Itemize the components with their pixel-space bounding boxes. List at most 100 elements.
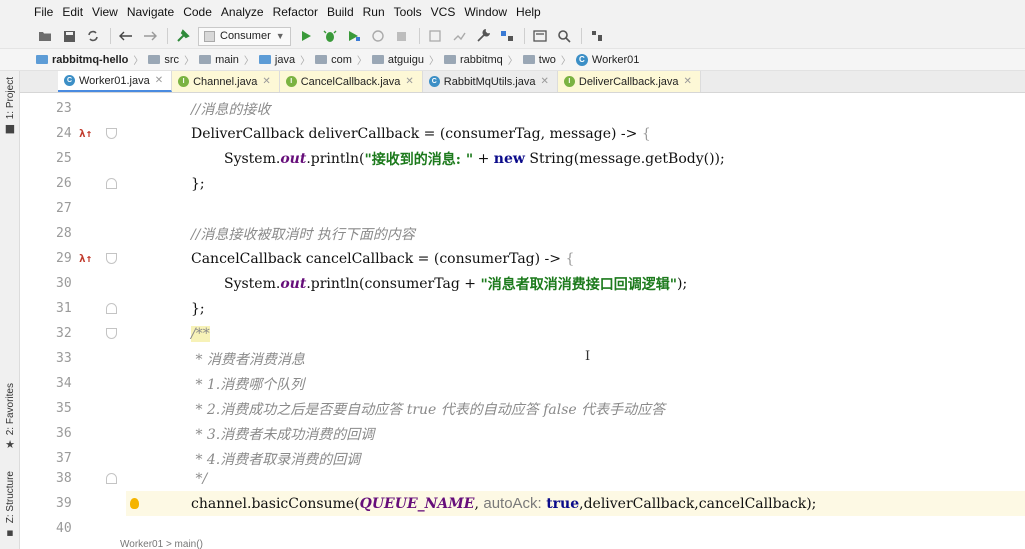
gutter-line: 23: [20, 96, 126, 121]
code-text: CancelCallback cancelCallback = (consume…: [191, 250, 566, 267]
lightbulb-icon[interactable]: [130, 498, 139, 509]
tab-label: DeliverCallback.java: [578, 75, 679, 88]
breadcrumb-project-label: rabbitmq-hello: [52, 53, 129, 66]
run-configuration-select[interactable]: Consumer ▼: [198, 26, 291, 46]
lambda-override-icon[interactable]: λ↑: [79, 252, 92, 265]
breadcrumb-two[interactable]: two: [522, 54, 556, 66]
menu-run[interactable]: Run: [363, 5, 385, 19]
package-icon: [371, 55, 384, 64]
gutter-line: 35: [20, 396, 126, 421]
favorites-tool-button[interactable]: 2: Favorites ★: [0, 383, 20, 451]
menu-build[interactable]: Build: [327, 5, 354, 19]
structure-tool-button[interactable]: Z: Structure ▪: [0, 471, 20, 539]
menu-vcs[interactable]: VCS: [431, 5, 456, 19]
folder-icon: ■: [4, 122, 16, 136]
attach-debugger-icon[interactable]: [426, 27, 444, 45]
vcs-update-icon[interactable]: [588, 27, 606, 45]
menu-window[interactable]: Window: [464, 5, 507, 19]
code-text: System.: [224, 275, 281, 292]
comment: //消息接收被取消时 执行下面的内容: [191, 226, 415, 243]
search-icon[interactable]: [555, 27, 573, 45]
gutter-line: 38: [20, 466, 126, 491]
breadcrumb-com[interactable]: com: [315, 54, 352, 66]
close-icon[interactable]: ✕: [405, 76, 413, 87]
java-interface-icon: I: [178, 76, 190, 87]
close-icon[interactable]: ✕: [540, 76, 548, 87]
build-hammer-icon[interactable]: [174, 27, 192, 45]
project-structure-icon[interactable]: [498, 27, 516, 45]
chevron-right-icon: 〉: [300, 56, 311, 67]
lambda-override-icon[interactable]: λ↑: [79, 127, 92, 140]
tab-label: Channel.java: [193, 75, 258, 88]
tab-rabbitmqutils[interactable]: C RabbitMqUtils.java ✕: [423, 71, 558, 92]
javadoc-comment: * 4.消费者取录消费的回调: [191, 451, 361, 468]
tab-worker01[interactable]: C Worker01.java ✕: [58, 71, 173, 92]
breadcrumb-atguigu[interactable]: atguigu: [371, 54, 424, 66]
code-line: * 1.消费哪个队列: [191, 371, 304, 396]
fold-marker-icon[interactable]: [106, 473, 117, 484]
breadcrumb-main-label: main: [215, 53, 239, 66]
forward-arrow-icon[interactable]: [141, 27, 159, 45]
breadcrumb-java[interactable]: java: [258, 53, 296, 66]
save-all-icon[interactable]: [60, 27, 78, 45]
menu-edit[interactable]: Edit: [62, 5, 83, 19]
line-number: 32: [56, 326, 72, 341]
gutter-line: 28: [20, 221, 126, 246]
menu-code[interactable]: Code: [183, 5, 212, 19]
menu-view[interactable]: View: [92, 5, 118, 19]
back-arrow-icon[interactable]: [117, 27, 135, 45]
open-folder-icon[interactable]: [36, 27, 54, 45]
coverage-icon[interactable]: [345, 27, 363, 45]
fold-marker-icon[interactable]: [106, 253, 117, 264]
folder-icon: [148, 55, 161, 64]
terminal-window-icon[interactable]: [531, 27, 549, 45]
editor-structure-breadcrumb[interactable]: Worker01 > main(): [120, 539, 203, 549]
code-line: //消息的接收: [191, 96, 270, 121]
breadcrumb-project[interactable]: rabbitmq-hello: [36, 54, 128, 66]
javadoc-comment: * 1.消费哪个队列: [191, 376, 305, 393]
folder-icon: [258, 55, 271, 64]
run-config-label: Consumer: [220, 30, 271, 42]
menu-refactor[interactable]: Refactor: [273, 5, 318, 19]
breadcrumb-rabbitmq[interactable]: rabbitmq: [443, 54, 503, 66]
menu-help[interactable]: Help: [516, 5, 541, 19]
fold-marker-icon[interactable]: [106, 178, 117, 189]
tab-channel[interactable]: I Channel.java ✕: [172, 71, 280, 92]
project-tool-label: 1: Project: [4, 77, 16, 120]
close-icon[interactable]: ✕: [684, 76, 692, 87]
fold-marker-icon[interactable]: [106, 303, 117, 314]
close-icon[interactable]: ✕: [262, 76, 270, 87]
code-text: DeliverCallback deliverCallback = (consu…: [191, 125, 642, 142]
java-interface-icon: I: [285, 76, 297, 87]
profile-icon[interactable]: [369, 27, 387, 45]
code-editor[interactable]: 23 24 λ↑ 25 26 27 28 29 λ↑ 30 31 32 33 34 …: [20, 93, 1025, 537]
line-number: 27: [56, 201, 72, 216]
coverage-report-icon[interactable]: [450, 27, 468, 45]
line-number: 37: [56, 451, 72, 466]
stop-icon[interactable]: [393, 27, 411, 45]
tab-cancelcallback[interactable]: I CancelCallback.java ✕: [279, 71, 423, 92]
fold-marker-icon[interactable]: [106, 328, 117, 339]
breadcrumb-java-label: java: [274, 53, 296, 66]
toolbar-separator: [580, 28, 582, 44]
string-literal: "接收到的消息: ": [364, 151, 474, 168]
sync-icon[interactable]: [84, 27, 102, 45]
code-text: channel.basicConsume(: [191, 495, 360, 512]
close-icon[interactable]: ✕: [155, 75, 163, 86]
breadcrumb-src[interactable]: src: [148, 54, 179, 66]
fold-marker-icon[interactable]: [106, 128, 117, 139]
javadoc-comment: * 2.消费成功之后是否要自动应答 true 代表的自动应答 false 代表手…: [191, 401, 666, 418]
line-number: 34: [56, 376, 72, 391]
menu-file[interactable]: File: [34, 5, 53, 19]
breadcrumb-worker01[interactable]: C Worker01: [575, 53, 639, 66]
wrench-settings-icon[interactable]: [474, 27, 492, 45]
tab-delivercallback[interactable]: I DeliverCallback.java ✕: [557, 71, 701, 92]
breadcrumb-main[interactable]: main: [199, 54, 239, 66]
menu-tools[interactable]: Tools: [394, 5, 422, 19]
project-tool-button[interactable]: 1: Project ■: [0, 77, 20, 135]
menu-navigate[interactable]: Navigate: [127, 5, 174, 19]
run-icon[interactable]: [297, 27, 315, 45]
debug-icon[interactable]: [321, 27, 339, 45]
menu-analyze[interactable]: Analyze: [221, 5, 264, 19]
code-line: };: [191, 171, 205, 196]
